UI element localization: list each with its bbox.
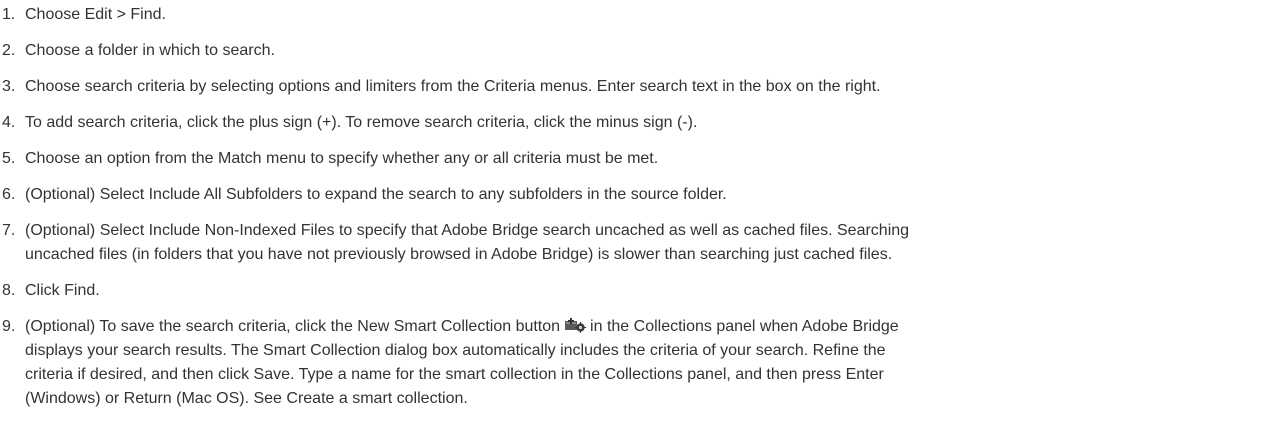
step-text-line: (Windows) or Return (Mac OS). See Create… [25, 390, 468, 407]
step-text: (Optional) Select Include All Subfolders… [25, 186, 727, 203]
step-text: To add search criteria, click the plus s… [25, 114, 698, 131]
step-text-line: (Optional) To save the search criteria, … [25, 318, 561, 335]
step-text-line: (Optional) Select Include Non-Indexed Fi… [25, 222, 910, 239]
step-text: (Optional) Select Include Non-Indexed Fi… [25, 219, 1255, 267]
instruction-steps: 1. Choose Edit > Find. 2. Choose a folde… [0, 0, 1269, 434]
step-text-line: uncached files (in folders that you have… [25, 246, 893, 263]
step-text: Choose a folder in which to search. [25, 42, 275, 59]
step-text: Choose search criteria by selecting opti… [25, 78, 881, 95]
step-text-line: in the Collections panel when Adobe Brid… [590, 318, 899, 335]
step-text-line: displays your search results. The Smart … [25, 342, 886, 359]
step-text: Click Find. [25, 282, 100, 299]
step-text: (Optional) To save the search criteria, … [25, 315, 1255, 411]
step-text-line: criteria if desired, and then click Save… [25, 366, 884, 383]
step-text: Choose Edit > Find. [25, 6, 166, 23]
step-text: Choose an option from the Match menu to … [25, 150, 659, 167]
new-smart-collection-icon [564, 317, 587, 333]
